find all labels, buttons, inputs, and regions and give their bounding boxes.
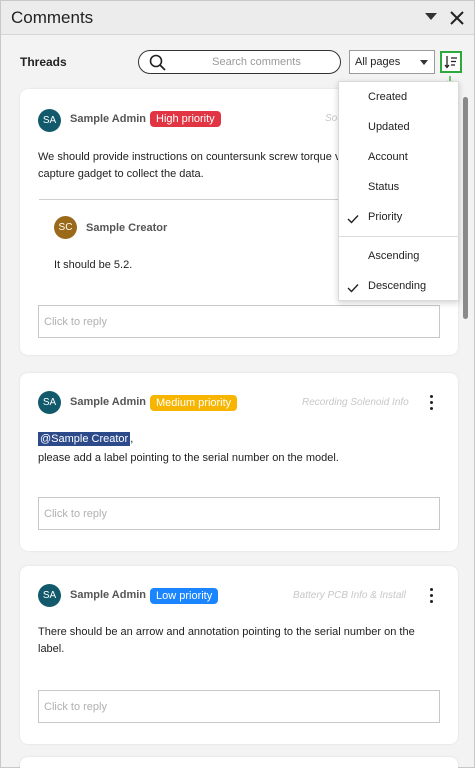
priority-badge: Low priority (150, 588, 219, 604)
panel-titlebar: Comments (1, 1, 474, 35)
avatar: SA (38, 584, 61, 607)
sort-menu-item-created[interactable]: Created (339, 83, 458, 111)
comment-text-line: There should be an arrow and annotation … (38, 626, 415, 638)
avatar: SA (38, 391, 61, 414)
sort-menu: Created Updated Account Status Priority … (338, 81, 459, 301)
sort-menu-item-label: Descending (368, 280, 427, 292)
reply-text: It should be 5.2. (54, 259, 133, 271)
sort-menu-item-label: Created (368, 91, 408, 103)
sort-menu-item-ascending[interactable]: Ascending (339, 242, 458, 270)
sort-menu-item-status[interactable]: Status (339, 173, 458, 201)
comment-author: Sample Admin (70, 396, 146, 408)
threads-label: Threads (20, 55, 67, 69)
comments-panel: Comments Threads All pages SA Sample Adm… (0, 0, 475, 768)
sort-menu-item-label: Ascending (368, 250, 420, 262)
sort-menu-item-label: Updated (368, 121, 410, 133)
page-filter-select[interactable]: All pages (349, 50, 435, 74)
comment-text-line: We should provide instructions on counte… (38, 151, 341, 163)
sort-menu-item-priority[interactable]: Priority (339, 203, 458, 231)
close-icon[interactable] (447, 8, 467, 28)
menu-divider (339, 236, 458, 237)
priority-badge: Medium priority (150, 395, 238, 411)
search-icon (149, 54, 167, 72)
comment-thread: SA Sample Admin Low priority Battery PCB… (20, 566, 458, 744)
reply-field[interactable] (38, 690, 440, 723)
reply-input[interactable] (44, 314, 434, 330)
page-reference[interactable]: Recording Solenoid Info (302, 397, 409, 408)
reply-input[interactable] (44, 699, 434, 715)
chevron-down-icon (420, 60, 428, 65)
reply-field[interactable] (38, 497, 440, 530)
page-reference[interactable]: Battery PCB Info & Install (293, 590, 406, 601)
comment-text-line: please add a label pointing to the seria… (38, 452, 339, 464)
mention-suffix: , (130, 433, 134, 445)
reply-input[interactable] (44, 506, 434, 522)
page-filter-value: All pages (355, 56, 401, 68)
search-box[interactable] (138, 50, 341, 74)
sort-list-icon (444, 56, 457, 69)
sort-menu-item-label: Priority (368, 211, 403, 223)
search-input[interactable] (179, 53, 334, 71)
checkmark-icon (347, 280, 359, 293)
reply-author: Sample Creator (86, 222, 168, 234)
more-options-icon[interactable] (426, 587, 436, 605)
comment-thread (20, 757, 458, 768)
avatar: SA (38, 109, 61, 132)
user-mention[interactable]: @Sample Creator (38, 432, 131, 446)
comment-mention-line: @Sample Creator, (38, 431, 133, 448)
sort-menu-item-account[interactable]: Account (339, 143, 458, 171)
comment-thread: SA Sample Admin Medium priority Recordin… (20, 373, 458, 551)
priority-badge: High priority (150, 111, 221, 127)
reply-field[interactable] (38, 305, 440, 338)
sort-menu-item-updated[interactable]: Updated (339, 113, 458, 141)
comment-author: Sample Admin (70, 589, 146, 601)
sort-menu-item-label: Account (368, 151, 408, 163)
scrollbar-thumb[interactable] (463, 97, 468, 319)
panel-title: Comments (11, 8, 94, 27)
sort-menu-item-label: Status (368, 181, 400, 193)
comment-author: Sample Admin (70, 113, 146, 125)
comment-text-line: capture gadget to collect the data. (38, 168, 204, 180)
comment-text-line: label. (38, 643, 65, 655)
checkmark-icon (347, 211, 359, 224)
sort-button[interactable] (440, 51, 462, 73)
avatar: SC (54, 216, 77, 239)
triangle-down-icon[interactable] (425, 13, 437, 20)
more-options-icon[interactable] (426, 394, 436, 412)
sort-menu-item-descending[interactable]: Descending (339, 272, 458, 300)
